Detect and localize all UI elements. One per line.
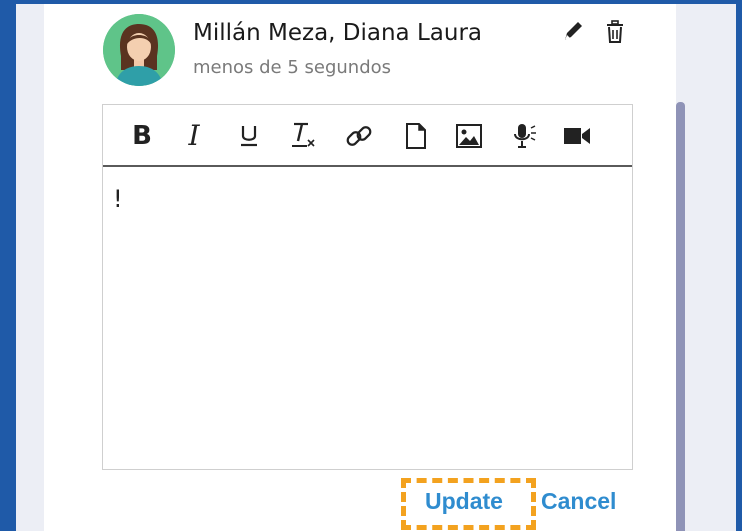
microphone-icon <box>514 124 536 148</box>
clear-format-icon <box>292 122 315 147</box>
editor-content[interactable]: ! <box>103 167 632 469</box>
italic-button[interactable]: I <box>178 119 210 153</box>
file-icon <box>406 123 426 149</box>
avatar <box>103 14 175 86</box>
pencil-icon[interactable] <box>561 18 585 46</box>
editor-toolbar: B I <box>103 105 632 167</box>
underline-icon <box>241 126 257 147</box>
file-button[interactable] <box>400 119 432 153</box>
image-icon <box>456 124 482 148</box>
comment-timestamp: menos de 5 segundos <box>193 57 392 78</box>
trash-icon[interactable] <box>603 18 627 46</box>
video-button[interactable] <box>561 119 593 153</box>
bold-button[interactable]: B <box>126 119 158 153</box>
link-icon <box>346 126 372 146</box>
bold-icon: B <box>132 121 152 151</box>
comment-author: Millán Meza, Diana Laura <box>193 20 482 46</box>
cancel-button[interactable]: Cancel <box>541 488 616 515</box>
image-button[interactable] <box>453 119 485 153</box>
update-button[interactable]: Update <box>425 488 503 515</box>
link-button[interactable] <box>343 119 375 153</box>
scrollbar[interactable] <box>676 102 685 531</box>
clear-format-button[interactable] <box>287 119 319 153</box>
audio-button[interactable] <box>508 119 540 153</box>
video-camera-icon <box>564 128 590 144</box>
comment-editor: B I ! <box>102 104 633 470</box>
italic-icon: I <box>188 119 200 152</box>
underline-button[interactable] <box>233 119 265 153</box>
